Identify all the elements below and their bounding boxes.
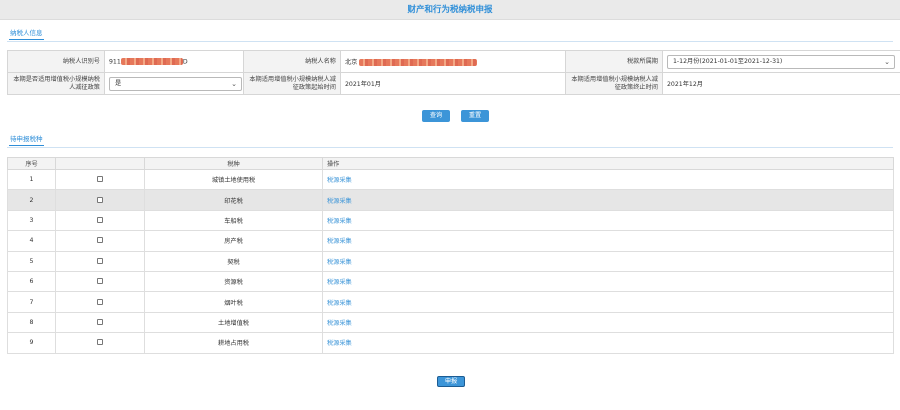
table-row: 1 城镇土地使用税 税源采集 (7, 168, 894, 191)
redaction-mark (359, 58, 478, 66)
collect-tax-source-link[interactable]: 税源采集 (327, 300, 352, 307)
row-seq: 7 (7, 291, 56, 313)
row-tax-type: 契税 (144, 250, 323, 272)
row-seq: 2 (7, 189, 56, 211)
policy-end-value: 2021年12月 (662, 72, 900, 95)
collect-tax-source-link[interactable]: 税源采集 (327, 279, 352, 286)
small-scale-policy-select[interactable]: 是 ⌄ (109, 76, 242, 91)
row-seq: 9 (7, 332, 56, 354)
tax-period-value: 1-12月份(2021-01-01至2021-12-31) (673, 57, 783, 65)
chevron-down-icon: ⌄ (884, 57, 890, 66)
column-header-tax-type: 税种 (144, 157, 323, 170)
query-button[interactable]: 查询 (422, 110, 450, 122)
taxpayer-id-label: 纳税人识别号 (7, 50, 105, 73)
column-header-operation: 操作 (322, 157, 894, 170)
row-tax-type: 印花税 (144, 189, 323, 211)
checkbox-icon[interactable] (97, 257, 103, 264)
collect-tax-source-link[interactable]: 税源采集 (327, 259, 352, 266)
taxpayer-id-suffix: D (182, 58, 188, 66)
checkbox-icon[interactable] (97, 339, 103, 346)
column-header-seq: 序号 (7, 157, 56, 170)
checkbox-icon[interactable] (97, 176, 103, 183)
collect-tax-source-link[interactable]: 税源采集 (327, 340, 352, 347)
taxpayer-info-form: 纳税人识别号 911 D 纳税人名称 北京 税款所属期 1-12月份(2021-0… (7, 50, 900, 95)
checkbox-icon[interactable] (97, 278, 103, 285)
policy-start-value: 2021年01月 (340, 72, 566, 95)
row-seq: 6 (7, 270, 56, 293)
row-tax-type: 土地增值税 (144, 311, 323, 334)
row-tax-type: 耕地占用税 (144, 332, 323, 354)
row-tax-type: 烟叶税 (144, 291, 323, 313)
table-row: 5 契税 税源采集 (7, 250, 894, 272)
row-seq: 8 (7, 311, 56, 334)
table-row: 3 车船税 税源采集 (7, 209, 894, 232)
tab-taxpayer-info[interactable]: 纳税人信息 (9, 28, 44, 40)
tax-period-label: 税款所属期 (565, 50, 663, 73)
checkbox-icon[interactable] (97, 318, 103, 325)
row-tax-type: 城镇土地使用税 (144, 168, 323, 191)
collect-tax-source-link[interactable]: 税源采集 (327, 198, 352, 205)
collect-tax-source-link[interactable]: 税源采集 (327, 320, 352, 327)
taxpayer-id-value: 911 D (104, 50, 244, 73)
section-divider (7, 147, 893, 148)
table-row: 9 耕地占用税 税源采集 (7, 332, 894, 354)
checkbox-icon[interactable] (97, 216, 103, 223)
checkbox-icon[interactable] (97, 237, 103, 244)
row-seq: 1 (7, 168, 56, 191)
table-row: 4 房产税 税源采集 (7, 230, 894, 252)
taxpayer-name-prefix: 北京 (345, 59, 358, 66)
reset-button[interactable]: 重置 (461, 110, 489, 122)
row-tax-type: 车船税 (144, 209, 323, 232)
collect-tax-source-link[interactable]: 税源采集 (327, 238, 352, 245)
table-row: 6 资源税 税源采集 (7, 270, 894, 293)
row-seq: 4 (7, 230, 56, 252)
small-scale-policy-label: 本期是否适用增值税小规模纳税人减征政策 (7, 72, 105, 95)
page-title: 财产和行为税纳税申报 (0, 0, 900, 20)
policy-end-label: 本期适用增值税小规模纳税人减征政策终止时间 (565, 72, 663, 95)
collect-tax-source-link[interactable]: 税源采集 (327, 218, 352, 225)
checkbox-icon[interactable] (97, 298, 103, 305)
tax-period-select[interactable]: 1-12月份(2021-01-01至2021-12-31) ⌄ (667, 54, 895, 69)
table-row: 7 烟叶税 税源采集 (7, 291, 894, 313)
tab-pending-taxes[interactable]: 待申报税种 (9, 134, 44, 146)
row-tax-type: 房产税 (144, 230, 323, 252)
small-scale-policy-value: 是 (115, 79, 122, 87)
row-seq: 3 (7, 209, 56, 232)
submit-declaration-button[interactable]: 申报 (437, 376, 465, 387)
table-row: 2 印花税 税源采集 (7, 189, 894, 211)
taxpayer-name-label: 纳税人名称 (243, 50, 341, 73)
row-tax-type: 资源税 (144, 270, 323, 293)
policy-start-label: 本期适用增值税小规模纳税人减征政策起始时间 (243, 72, 341, 95)
redaction-mark (120, 57, 183, 65)
pending-tax-table: 序号 税种 操作 1 城镇土地使用税 税源采集 2 印花税 税源采集 3 车船税… (7, 157, 894, 354)
collect-tax-source-link[interactable]: 税源采集 (327, 177, 352, 184)
section-divider (7, 41, 893, 42)
chevron-down-icon: ⌄ (231, 79, 237, 88)
row-seq: 5 (7, 250, 56, 272)
taxpayer-name-value: 北京 (340, 50, 566, 73)
column-header-select (55, 157, 145, 170)
table-row: 8 土地增值税 税源采集 (7, 311, 894, 334)
taxpayer-id-prefix: 911 (109, 58, 121, 66)
checkbox-icon[interactable] (97, 196, 103, 203)
